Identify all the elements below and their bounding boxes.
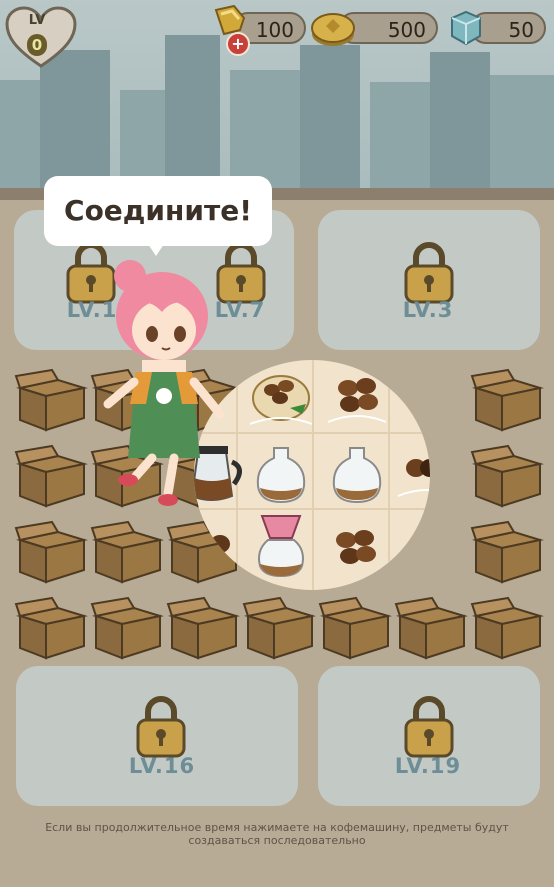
cardboard-box[interactable] bbox=[470, 442, 544, 510]
coffee-beans-item[interactable] bbox=[194, 514, 250, 588]
cardboard-box[interactable] bbox=[318, 594, 392, 662]
coin-icon bbox=[311, 13, 355, 46]
plus-icon[interactable]: + bbox=[226, 32, 250, 56]
speech-bubble-tail bbox=[148, 244, 164, 256]
cardboard-box[interactable] bbox=[242, 594, 316, 662]
lock-icon bbox=[404, 242, 454, 304]
zone-level-top-right: LV.3 bbox=[402, 298, 454, 322]
coffee-beans-item[interactable] bbox=[320, 510, 394, 584]
cardboard-box[interactable] bbox=[14, 366, 88, 434]
zone-level-bottom-right: LV.19 bbox=[394, 754, 462, 778]
gem-icon bbox=[451, 10, 481, 46]
hint-text: Если вы продолжительное время нажимаете … bbox=[45, 821, 509, 847]
empty-jar-item[interactable] bbox=[244, 438, 318, 512]
pour-over-dripper-item[interactable] bbox=[244, 510, 318, 584]
speech-bubble: Соедините! bbox=[44, 176, 272, 246]
coffee-beans-sack-item[interactable] bbox=[244, 360, 318, 434]
cardboard-box[interactable] bbox=[470, 366, 544, 434]
cardboard-box[interactable] bbox=[14, 518, 88, 586]
level-label: LV bbox=[28, 13, 46, 28]
cardboard-box[interactable] bbox=[90, 594, 164, 662]
cardboard-box[interactable] bbox=[14, 442, 88, 510]
cardboard-box[interactable] bbox=[90, 518, 164, 586]
level-value: 0 bbox=[27, 34, 47, 56]
cardboard-box[interactable] bbox=[166, 594, 240, 662]
coffee-beans-item[interactable] bbox=[320, 360, 394, 434]
coffee-beans-item[interactable] bbox=[390, 438, 430, 512]
barista-character bbox=[103, 260, 225, 506]
lock-icon bbox=[136, 696, 186, 758]
empty-jar-item[interactable] bbox=[320, 438, 394, 512]
cardboard-box[interactable] bbox=[470, 518, 544, 586]
cardboard-box[interactable] bbox=[394, 594, 468, 662]
speech-bubble-text: Соедините! bbox=[64, 194, 252, 227]
lock-icon bbox=[404, 696, 454, 758]
cardboard-box[interactable] bbox=[14, 594, 88, 662]
zone-level-bottom-left: LV.16 bbox=[128, 754, 196, 778]
cardboard-box[interactable] bbox=[470, 594, 544, 662]
